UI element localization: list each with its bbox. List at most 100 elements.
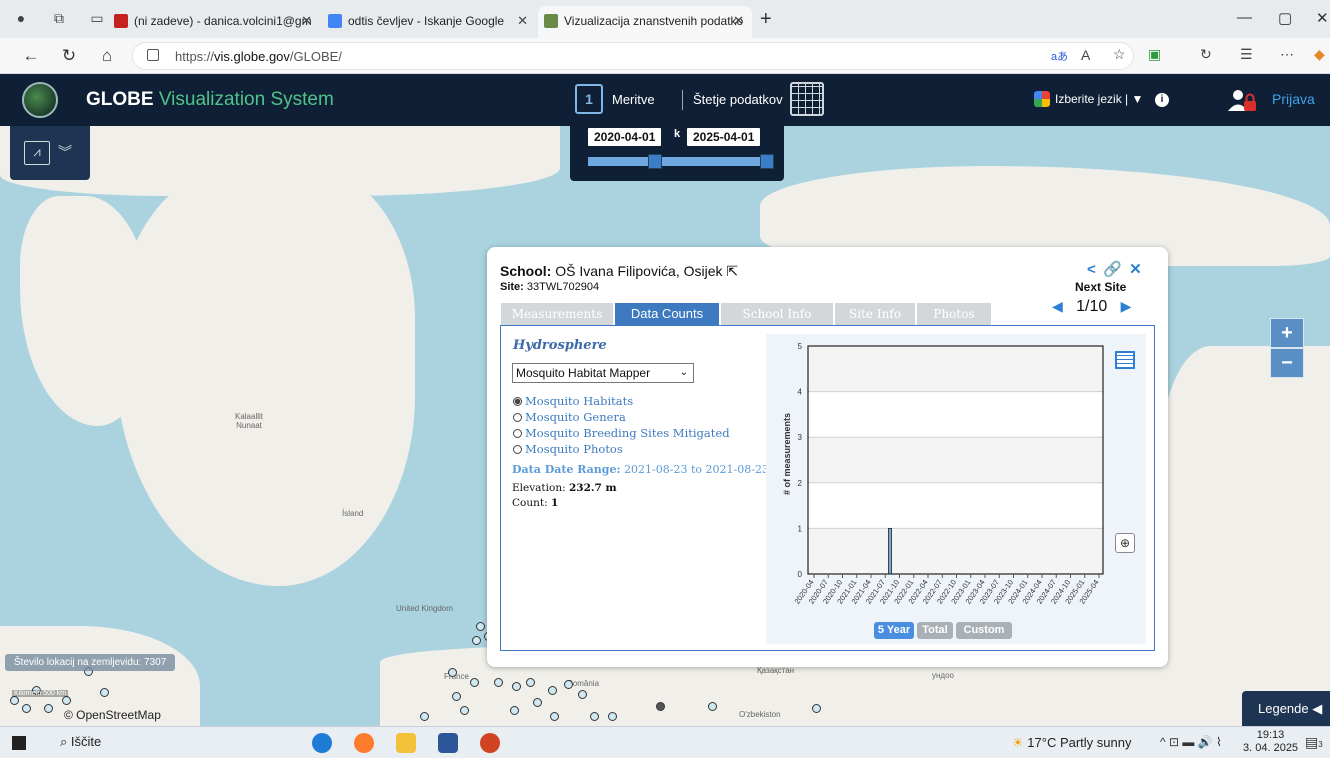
workspaces-icon[interactable]: ⧉ (50, 10, 68, 28)
range-custom-button[interactable]: Custom (956, 622, 1012, 639)
notifications-icon[interactable]: ▤3 (1305, 734, 1323, 751)
minimize-button[interactable]: — (1237, 9, 1252, 26)
start-date-input[interactable]: 2020-04-01 (588, 128, 662, 146)
close-icon[interactable]: ✕ (1129, 260, 1142, 278)
site-marker[interactable] (548, 686, 557, 695)
site-marker[interactable] (564, 680, 573, 689)
taskbar-search[interactable]: ⌕ Iščite (60, 734, 101, 750)
calendar-icon[interactable]: 1 (575, 84, 603, 114)
share-icon[interactable]: < (1087, 261, 1096, 278)
favorites-icon[interactable]: ☰ (1240, 46, 1253, 63)
split-screen-icon[interactable]: ↻ (1200, 46, 1212, 63)
site-marker[interactable] (812, 704, 821, 713)
site-marker[interactable] (494, 678, 503, 687)
site-marker[interactable] (420, 712, 429, 721)
site-marker[interactable] (512, 682, 521, 691)
legend-button[interactable]: Legende ◀ (1242, 691, 1330, 726)
site-marker[interactable] (590, 712, 599, 721)
radio-breeding-sites[interactable]: Mosquito Breeding Sites Mitigated (513, 426, 730, 440)
translate-icon[interactable]: aあ (1051, 48, 1068, 64)
tab-site-info[interactable]: Site Info (835, 303, 915, 325)
range-5-year-button[interactable]: 5 Year (874, 622, 914, 639)
home-icon[interactable]: ⌂ (96, 46, 118, 66)
tab-globe[interactable]: Vizualizacija znanstvenih podatko ✕ (538, 6, 752, 38)
calendar-grid-icon[interactable] (790, 82, 824, 116)
read-aloud-icon[interactable]: A (1081, 47, 1090, 63)
site-marker[interactable] (550, 712, 559, 721)
data-counts-link[interactable]: Štetje podatkov (693, 92, 783, 107)
site-marker[interactable] (62, 696, 71, 705)
powerpoint-icon[interactable] (480, 733, 500, 753)
tab-data-counts[interactable]: Data Counts (615, 303, 719, 325)
site-marker[interactable] (10, 696, 19, 705)
line-chart-icon[interactable]: ⩘ (24, 141, 50, 165)
measurements-link[interactable]: Meritve (612, 92, 655, 107)
lock-icon[interactable] (147, 49, 159, 61)
maximize-button[interactable]: ▢ (1278, 9, 1292, 27)
zoom-out-button[interactable]: − (1270, 348, 1304, 378)
site-marker[interactable] (470, 678, 479, 687)
site-marker[interactable] (708, 702, 717, 711)
favorite-star-icon[interactable]: ☆ (1113, 46, 1126, 63)
site-marker[interactable] (452, 692, 461, 701)
profile-icon[interactable]: ● (12, 10, 30, 28)
chevron-down-icon[interactable]: ︾ (58, 142, 72, 162)
more-icon[interactable]: ⋯ (1280, 46, 1294, 63)
login-link[interactable]: Prijava (1272, 91, 1315, 107)
tab-google[interactable]: odtis čevljev - Iskanje Google ✕ (322, 6, 536, 38)
tab-actions-icon[interactable]: ▭ (88, 10, 106, 28)
weather-widget[interactable]: ☀ 17°C Partly sunny (1012, 735, 1131, 751)
google-translate-icon[interactable] (1034, 91, 1050, 107)
site-marker[interactable] (460, 706, 469, 715)
radio-mosquito-genera[interactable]: Mosquito Genera (513, 410, 626, 424)
windows-start-icon[interactable] (12, 736, 26, 750)
tab-school-info[interactable]: School Info (721, 303, 833, 325)
site-marker[interactable] (44, 704, 53, 713)
refresh-button[interactable]: ↻ (58, 46, 80, 66)
external-link-icon[interactable]: ⇱ (726, 263, 738, 279)
globe-logo[interactable] (22, 82, 58, 118)
language-select[interactable]: Izberite jezik | ▼ (1055, 92, 1143, 106)
zoom-in-button[interactable]: + (1270, 318, 1304, 348)
new-tab-button[interactable]: + (760, 8, 772, 31)
range-total-button[interactable]: Total (917, 622, 953, 639)
tab-gmail[interactable]: (ni zadeve) - danica.volcini1@gm ✕ (108, 6, 320, 38)
radio-mosquito-habitats[interactable]: Mosquito Habitats (513, 394, 633, 408)
site-marker[interactable] (472, 636, 481, 645)
link-icon[interactable]: 🔗 (1103, 260, 1122, 278)
edge-icon[interactable] (312, 733, 332, 753)
site-marker[interactable] (533, 698, 542, 707)
user-lock-icon[interactable] (1227, 88, 1257, 112)
school-name[interactable]: OŠ Ivana Filipovića, Osijek (555, 263, 722, 279)
tray-icons[interactable]: ^ ⊡ ▬ 🔊 ⌇ (1160, 735, 1222, 749)
close-icon[interactable]: ✕ (517, 6, 528, 36)
close-icon[interactable]: ✕ (733, 6, 744, 36)
date-slider-track[interactable] (588, 157, 774, 166)
next-site-icon[interactable]: ▶ (1121, 298, 1132, 314)
site-marker[interactable] (608, 712, 617, 721)
protocol-select[interactable]: Mosquito Habitat Mapper ⌄ (512, 363, 694, 383)
back-button[interactable]: ← (20, 46, 42, 66)
site-marker[interactable] (656, 702, 665, 711)
date-slider-end-handle[interactable] (760, 154, 774, 169)
close-window-button[interactable]: ✕ (1316, 9, 1329, 27)
clock[interactable]: 19:13 3. 04. 2025 (1243, 729, 1298, 755)
zoom-icon[interactable]: ⊕ (1115, 533, 1135, 553)
radio-mosquito-photos[interactable]: Mosquito Photos (513, 442, 623, 456)
tab-measurements[interactable]: Measurements (501, 303, 613, 325)
copilot-icon[interactable]: ◆ (1314, 46, 1325, 63)
site-marker[interactable] (510, 706, 519, 715)
end-date-input[interactable]: 2025-04-01 (687, 128, 761, 146)
url-text[interactable]: https://vis.globe.gov/GLOBE/ (175, 49, 342, 64)
tab-photos[interactable]: Photos (917, 303, 991, 325)
file-explorer-icon[interactable] (396, 733, 416, 753)
firefox-icon[interactable] (354, 733, 374, 753)
info-icon[interactable]: i (1155, 93, 1169, 107)
map-attribution[interactable]: © OpenStreetMap (64, 708, 161, 722)
site-marker[interactable] (22, 704, 31, 713)
site-marker[interactable] (476, 622, 485, 631)
site-marker[interactable] (100, 688, 109, 697)
url-bar[interactable]: https://vis.globe.gov/GLOBE/ aあ A ☆ (132, 42, 1134, 70)
extension-icon[interactable]: ▣ (1148, 46, 1161, 63)
site-marker[interactable] (526, 678, 535, 687)
